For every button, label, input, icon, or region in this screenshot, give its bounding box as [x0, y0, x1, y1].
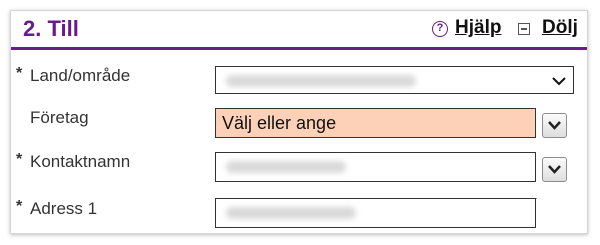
contact-label: Kontaktnamn [30, 152, 131, 171]
chevron-down-icon [548, 165, 561, 174]
obscured-value [226, 161, 346, 173]
recipient-section: 2. Till ? Hjälp Dölj * Land/område Föret… [10, 10, 588, 234]
collapse-icon[interactable] [518, 23, 530, 35]
required-marker: * [16, 198, 23, 215]
address1-label: Adress 1 [30, 199, 98, 218]
section-title: 2. Till [23, 16, 79, 41]
help-link[interactable]: Hjälp [455, 17, 501, 39]
contact-name-input[interactable] [215, 152, 536, 182]
required-marker: * [16, 65, 23, 82]
help-icon[interactable]: ? [432, 21, 448, 37]
hide-link[interactable]: Dölj [542, 17, 578, 39]
address1-input[interactable] [215, 198, 536, 228]
company-input-value: Välj eller ange [222, 113, 337, 133]
company-label: Företag [30, 108, 89, 127]
obscured-value [226, 207, 356, 219]
company-dropdown-button[interactable] [542, 113, 567, 138]
company-input[interactable]: Välj eller ange [215, 108, 536, 138]
required-marker: * [16, 151, 23, 168]
section-header: 2. Till ? Hjälp Dölj [11, 11, 587, 50]
country-label: Land/område [30, 66, 131, 85]
country-select[interactable] [215, 66, 574, 94]
chevron-down-icon [552, 77, 566, 86]
obscured-value [226, 75, 416, 87]
chevron-down-icon [548, 121, 561, 130]
contact-dropdown-button[interactable] [542, 157, 567, 182]
